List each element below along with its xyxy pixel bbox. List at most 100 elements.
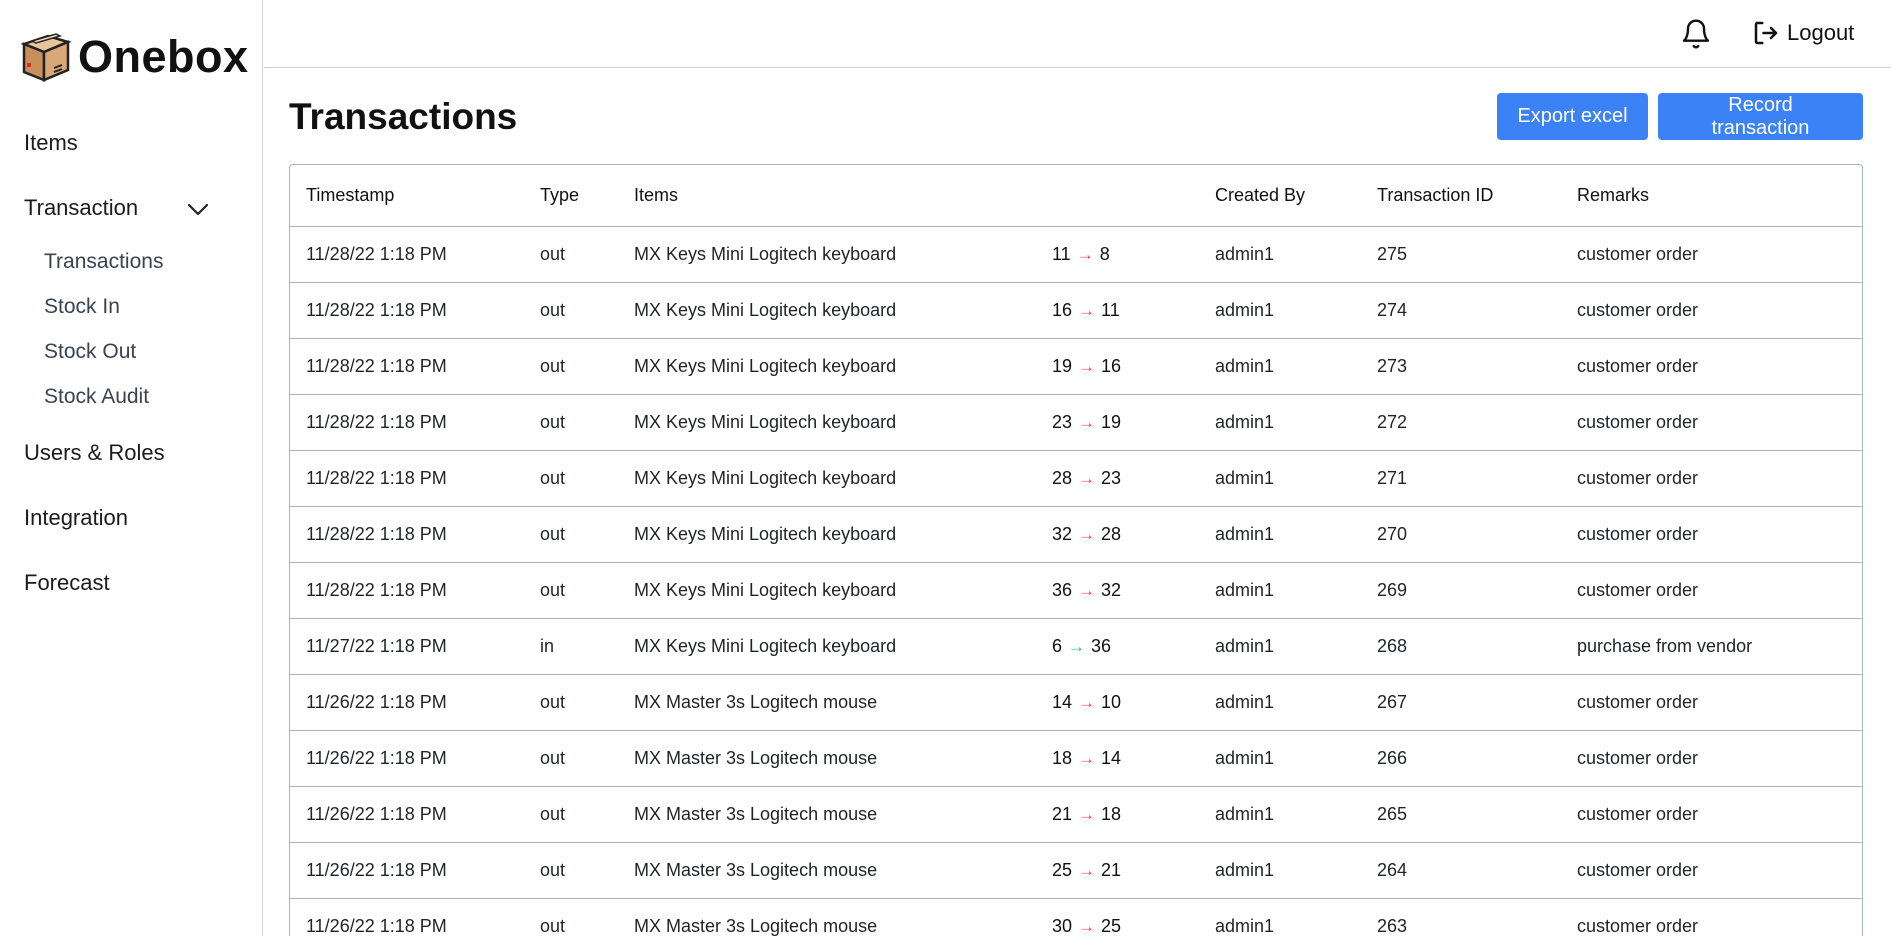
cell-transaction-id: 266 [1361, 730, 1561, 787]
sidebar-subitem-transactions[interactable]: Transactions [44, 250, 163, 274]
cell-created-by: admin1 [1199, 450, 1361, 507]
cell-type: out [524, 338, 618, 395]
logo[interactable]: Onebox [18, 30, 249, 84]
cell-item: MX Master 3s Logitech mouse [618, 786, 1052, 843]
cell-timestamp: 11/26/22 1:18 PM [290, 786, 524, 843]
table-row[interactable]: 11/28/22 1:18 PM out MX Keys Mini Logitech… [290, 226, 1862, 283]
cell-created-by: admin1 [1199, 282, 1361, 339]
cell-quantity-change: 19 → 16 [1052, 338, 1199, 395]
table-row[interactable]: 11/27/22 1:18 PM in MX Keys Mini Logitech … [290, 618, 1862, 675]
table-row[interactable]: 11/26/22 1:18 PM out MX Master 3s Logitech… [290, 786, 1862, 843]
cell-type: out [524, 730, 618, 787]
column-header-remarks[interactable]: Remarks [1561, 165, 1862, 227]
sidebar-subitem-stock-out[interactable]: Stock Out [44, 340, 136, 364]
sidebar-item-forecast[interactable]: Forecast [24, 570, 110, 596]
table-row[interactable]: 11/26/22 1:18 PM out MX Master 3s Logitech… [290, 898, 1862, 936]
logout-button[interactable]: Logout [1751, 18, 1854, 48]
cell-type: out [524, 450, 618, 507]
cell-item: MX Keys Mini Logitech keyboard [618, 506, 1052, 563]
cell-quantity-change: 11 → 8 [1052, 226, 1199, 283]
record-transaction-button[interactable]: Record transaction [1658, 93, 1863, 140]
cell-created-by: admin1 [1199, 226, 1361, 283]
table-row[interactable]: 11/28/22 1:18 PM out MX Keys Mini Logitech… [290, 338, 1862, 395]
export-excel-button[interactable]: Export excel [1497, 93, 1648, 140]
cell-transaction-id: 267 [1361, 674, 1561, 731]
cell-item: MX Keys Mini Logitech keyboard [618, 338, 1052, 395]
table-row[interactable]: 11/26/22 1:18 PM out MX Master 3s Logitech… [290, 674, 1862, 731]
table-row[interactable]: 11/26/22 1:18 PM out MX Master 3s Logitech… [290, 842, 1862, 899]
cell-type: out [524, 282, 618, 339]
cell-quantity-change: 21 → 18 [1052, 786, 1199, 843]
sidebar-item-transaction[interactable]: Transaction [24, 195, 138, 221]
cell-type: out [524, 226, 618, 283]
bell-icon[interactable] [1680, 18, 1712, 50]
cell-transaction-id: 268 [1361, 618, 1561, 675]
box-logo-icon [20, 33, 72, 82]
arrow-right-icon: → [1078, 860, 1096, 880]
column-header-timestamp[interactable]: Timestamp [290, 165, 524, 227]
cell-transaction-id: 273 [1361, 338, 1561, 395]
cell-type: out [524, 562, 618, 619]
sidebar-subitem-stock-audit[interactable]: Stock Audit [44, 385, 149, 409]
cell-type: out [524, 842, 618, 899]
cell-quantity-change: 32 → 28 [1052, 506, 1199, 563]
column-header-transaction-id[interactable]: Transaction ID [1361, 165, 1561, 227]
arrow-right-icon: → [1068, 636, 1086, 656]
arrow-right-icon: → [1076, 244, 1094, 264]
cell-timestamp: 11/28/22 1:18 PM [290, 562, 524, 619]
column-header-items[interactable]: Items [618, 165, 1052, 227]
quantity-to: 21 [1101, 859, 1122, 880]
cell-type: out [524, 506, 618, 563]
cell-item: MX Keys Mini Logitech keyboard [618, 562, 1052, 619]
cell-remarks: customer order [1561, 786, 1862, 843]
table-row[interactable]: 11/28/22 1:18 PM out MX Keys Mini Logitech… [290, 506, 1862, 563]
cell-timestamp: 11/28/22 1:18 PM [290, 226, 524, 283]
column-header-created-by[interactable]: Created By [1199, 165, 1361, 227]
cell-remarks: customer order [1561, 282, 1862, 339]
cell-timestamp: 11/28/22 1:18 PM [290, 338, 524, 395]
column-header-type[interactable]: Type [524, 165, 618, 227]
cell-created-by: admin1 [1199, 842, 1361, 899]
quantity-to: 32 [1101, 579, 1122, 600]
sidebar-subitem-stock-in[interactable]: Stock In [44, 295, 120, 319]
cell-remarks: customer order [1561, 562, 1862, 619]
cell-transaction-id: 263 [1361, 898, 1561, 936]
cell-transaction-id: 271 [1361, 450, 1561, 507]
arrow-right-icon: → [1078, 468, 1096, 488]
quantity-from: 19 [1052, 355, 1073, 376]
cell-quantity-change: 16 → 11 [1052, 282, 1199, 339]
table-row[interactable]: 11/28/22 1:18 PM out MX Keys Mini Logitech… [290, 394, 1862, 451]
cell-timestamp: 11/28/22 1:18 PM [290, 394, 524, 451]
cell-item: MX Master 3s Logitech mouse [618, 674, 1052, 731]
table-row[interactable]: 11/26/22 1:18 PM out MX Master 3s Logitech… [290, 730, 1862, 787]
table-row[interactable]: 11/28/22 1:18 PM out MX Keys Mini Logitech… [290, 450, 1862, 507]
cell-quantity-change: 14 → 10 [1052, 674, 1199, 731]
cell-type: out [524, 898, 618, 936]
sidebar: Onebox Items Transaction Transactions St… [0, 0, 263, 936]
cell-created-by: admin1 [1199, 730, 1361, 787]
cell-transaction-id: 274 [1361, 282, 1561, 339]
sidebar-item-users-roles[interactable]: Users & Roles [24, 440, 165, 466]
cell-item: MX Keys Mini Logitech keyboard [618, 618, 1052, 675]
logout-label: Logout [1787, 20, 1855, 45]
cell-remarks: customer order [1561, 226, 1862, 283]
quantity-from: 23 [1052, 411, 1073, 432]
quantity-to: 14 [1101, 747, 1122, 768]
cell-transaction-id: 272 [1361, 394, 1561, 451]
table-row[interactable]: 11/28/22 1:18 PM out MX Keys Mini Logitech… [290, 562, 1862, 619]
quantity-from: 32 [1052, 523, 1073, 544]
cell-remarks: customer order [1561, 674, 1862, 731]
cell-remarks: purchase from vendor [1561, 618, 1862, 675]
cell-type: out [524, 674, 618, 731]
chevron-down-icon[interactable] [186, 197, 210, 221]
arrow-right-icon: → [1078, 580, 1096, 600]
cell-remarks: customer order [1561, 842, 1862, 899]
cell-type: out [524, 786, 618, 843]
quantity-to: 18 [1101, 803, 1122, 824]
table-row[interactable]: 11/28/22 1:18 PM out MX Keys Mini Logitech… [290, 282, 1862, 339]
cell-item: MX Master 3s Logitech mouse [618, 842, 1052, 899]
quantity-from: 36 [1052, 579, 1073, 600]
sidebar-item-items[interactable]: Items [24, 130, 78, 156]
sidebar-item-integration[interactable]: Integration [24, 505, 128, 531]
logout-icon [1754, 21, 1778, 45]
